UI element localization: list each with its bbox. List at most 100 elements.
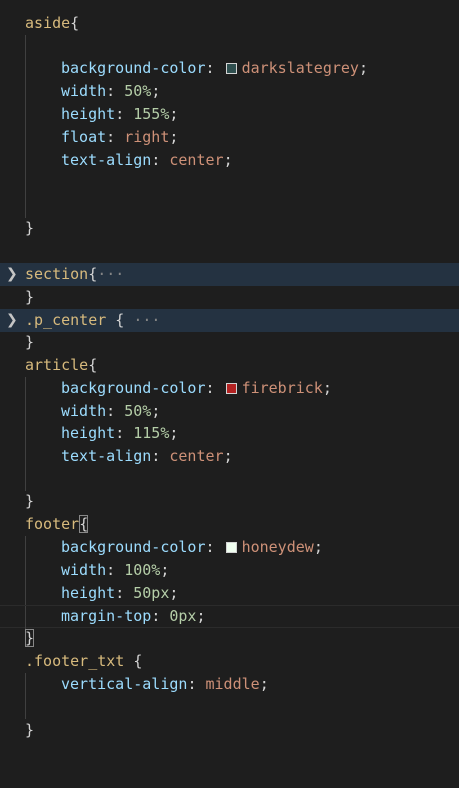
property-value: 50px	[133, 584, 170, 602]
close-brace: }	[25, 629, 35, 647]
property-value: firebrick	[241, 379, 323, 397]
indent-guide	[25, 445, 26, 468]
property-value: center	[169, 151, 224, 169]
property-name: float	[61, 128, 107, 146]
open-brace: {	[106, 311, 125, 329]
code-line[interactable]	[0, 172, 459, 195]
indent-guide	[25, 126, 26, 149]
indent-guide	[25, 172, 26, 195]
open-brace: {	[79, 515, 89, 533]
color-swatch-icon[interactable]	[225, 63, 237, 74]
indent-guide	[25, 103, 26, 126]
indent-guide	[25, 149, 26, 172]
code-line[interactable]: footer{	[0, 513, 459, 536]
code-line[interactable]: width: 50%;	[0, 80, 459, 103]
indent-guide	[25, 696, 26, 719]
chevron-right-icon[interactable]: ❯	[6, 263, 18, 286]
code-line[interactable]: article{	[0, 354, 459, 377]
property-name: width	[61, 561, 107, 579]
code-line[interactable]: width: 50%;	[0, 400, 459, 423]
indent-guide	[25, 582, 26, 605]
property-value: center	[169, 447, 224, 465]
property-name: text-align	[61, 447, 152, 465]
code-line[interactable]: }	[0, 217, 459, 240]
close-brace: }	[25, 333, 35, 351]
selector-footer: footer	[25, 515, 80, 533]
folded-code-line[interactable]: ❯ section{···	[0, 263, 459, 286]
code-line[interactable]: }	[0, 627, 459, 650]
property-name: height	[61, 584, 116, 602]
indent-guide	[25, 195, 26, 218]
code-editor[interactable]: aside{ background-color: darkslategrey; …	[0, 0, 459, 745]
indent-guide	[25, 80, 26, 103]
folded-code-line[interactable]: ❯ .p_center { ···	[0, 309, 459, 332]
indent-guide	[25, 673, 26, 696]
close-brace: }	[25, 492, 35, 510]
open-brace: {	[70, 14, 80, 32]
property-value: 50%	[124, 82, 152, 100]
indent-guide	[25, 606, 26, 629]
close-brace: }	[25, 288, 35, 306]
code-line[interactable]: background-color: firebrick;	[0, 377, 459, 400]
code-line[interactable]: height: 155%;	[0, 103, 459, 126]
indent-guide	[25, 377, 26, 400]
code-line[interactable]	[0, 468, 459, 491]
property-value: darkslategrey	[241, 59, 359, 77]
code-line[interactable]: .footer_txt {	[0, 650, 459, 673]
property-value: 100%	[124, 561, 161, 579]
code-line[interactable]: width: 100%;	[0, 559, 459, 582]
indent-guide	[25, 559, 26, 582]
close-brace: }	[25, 219, 35, 237]
property-value: 50%	[124, 402, 152, 420]
property-name: background-color	[61, 59, 206, 77]
open-brace: {	[88, 356, 98, 374]
indent-guide	[25, 57, 26, 80]
code-line[interactable]: vertical-align: middle;	[0, 673, 459, 696]
property-value: middle	[205, 675, 260, 693]
property-value: 155%	[133, 105, 170, 123]
code-line[interactable]	[0, 696, 459, 719]
code-line[interactable]	[0, 35, 459, 58]
code-line[interactable]	[0, 195, 459, 218]
code-line[interactable]: background-color: honeydew;	[0, 536, 459, 559]
fold-ellipsis[interactable]: ···	[124, 311, 160, 329]
property-value: right	[124, 128, 170, 146]
color-swatch-icon[interactable]	[225, 542, 237, 553]
property-value: honeydew	[241, 538, 314, 556]
selector-aside: aside	[25, 14, 71, 32]
property-value: 115%	[133, 424, 170, 442]
code-line[interactable]: height: 50px;	[0, 582, 459, 605]
indent-guide	[25, 422, 26, 445]
selector-article: article	[25, 356, 89, 374]
property-value: 0px	[169, 607, 197, 625]
property-name: background-color	[61, 538, 206, 556]
code-line[interactable]: }	[0, 719, 459, 742]
indent-guide	[25, 468, 26, 491]
code-line[interactable]: text-align: center;	[0, 149, 459, 172]
property-name: height	[61, 105, 116, 123]
property-name: width	[61, 402, 107, 420]
code-line[interactable]: height: 115%;	[0, 422, 459, 445]
property-name: vertical-align	[61, 675, 188, 693]
indent-guide	[25, 536, 26, 559]
code-line[interactable]: text-align: center;	[0, 445, 459, 468]
selector-footer-txt: .footer_txt	[25, 652, 125, 670]
selector-section: section	[25, 265, 89, 283]
close-brace: }	[25, 721, 35, 739]
property-name: width	[61, 82, 107, 100]
indent-guide	[25, 400, 26, 423]
code-line[interactable]: aside{	[0, 12, 459, 35]
color-swatch-icon[interactable]	[225, 383, 237, 394]
code-line[interactable]: float: right;	[0, 126, 459, 149]
code-line[interactable]: }	[0, 331, 459, 354]
fold-ellipsis[interactable]: ···	[97, 265, 124, 283]
selector-p-center: .p_center	[25, 311, 107, 329]
chevron-right-icon[interactable]: ❯	[6, 309, 18, 332]
code-line[interactable]: background-color: darkslategrey;	[0, 57, 459, 80]
code-line[interactable]: }	[0, 490, 459, 513]
property-name: height	[61, 424, 116, 442]
indent-guide	[25, 35, 26, 58]
property-name: text-align	[61, 151, 152, 169]
current-code-line[interactable]: margin-top: 0px;	[0, 605, 459, 629]
code-line[interactable]: }	[0, 286, 459, 309]
